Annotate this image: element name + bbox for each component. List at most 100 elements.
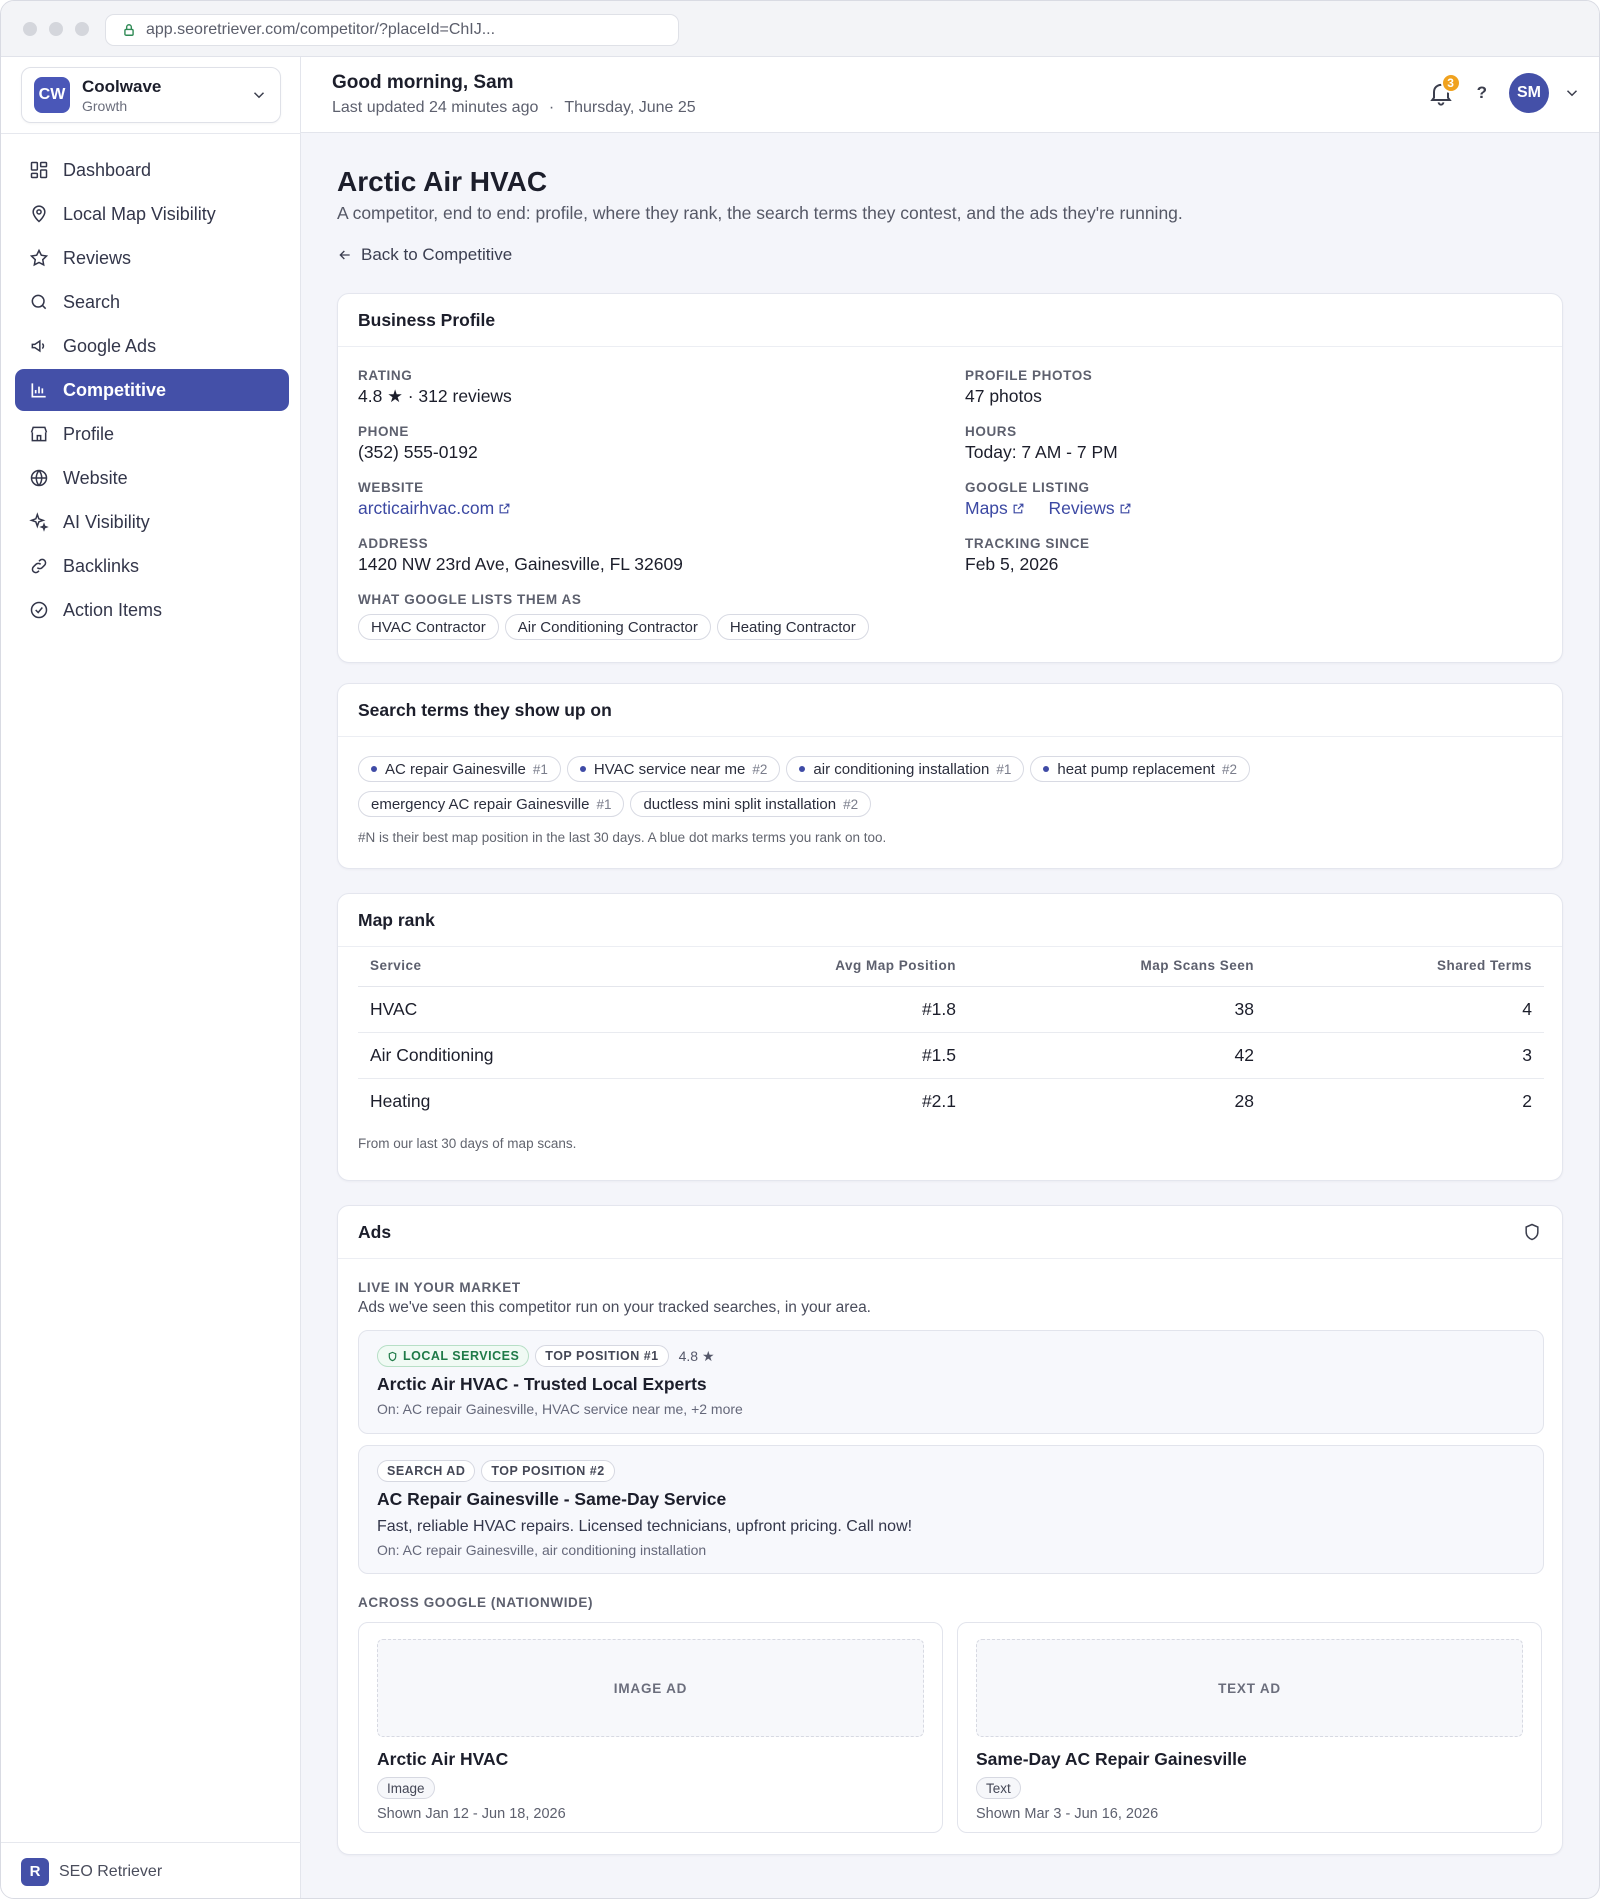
table-row: Air Conditioning #1.5 42 3	[358, 1032, 1544, 1079]
shared-terms-cell: 2	[1522, 1090, 1532, 1111]
map-pin-icon	[32, 205, 46, 223]
rating-field: Rating 4.8 ★ · 312 reviews	[358, 368, 512, 407]
google-listing-field: Google listing Maps Reviews	[965, 480, 1132, 519]
chevron-down-icon	[1566, 90, 1578, 97]
term-text: air conditioning installation	[813, 760, 990, 778]
website-link[interactable]: arcticairhvac.com	[358, 498, 511, 519]
top-bar-actions: 3 ? SM	[1427, 73, 1581, 113]
search-term-chip[interactable]: ductless mini split installation #2	[630, 791, 872, 817]
tracking-field: Tracking since Feb 5, 2026	[965, 536, 1090, 575]
brand-logo: R	[21, 1857, 49, 1886]
workspace-logo: CW	[34, 77, 70, 113]
sidebar-item-reviews[interactable]: Reviews	[15, 237, 289, 279]
minimize-window-dot[interactable]	[49, 22, 63, 36]
browser-bar: app.seoretriever.com/competitor/?placeId…	[1, 1, 1599, 57]
search-icon	[31, 294, 47, 310]
help-button[interactable]: ?	[1477, 83, 1487, 103]
field-label: Website	[358, 480, 424, 495]
greeting: Good morning, Sam	[332, 72, 514, 93]
map-rank-table: Service Avg Map Position Map Scans Seen …	[358, 946, 1544, 1124]
photos-value: 47 photos	[965, 386, 1042, 406]
external-link-icon	[499, 503, 510, 514]
ad-description: Fast, reliable HVAC repairs. Licensed te…	[377, 1518, 913, 1535]
card-title: Map rank	[358, 909, 435, 930]
lock-icon	[124, 24, 134, 36]
nationwide-ad-card[interactable]: TEXT AD Same-Day AC Repair Gainesville T…	[957, 1622, 1542, 1833]
dashboard-icon	[30, 161, 48, 179]
notification-badge: 3	[1440, 73, 1461, 93]
term-text: ductless mini split installation	[643, 795, 837, 813]
last-updated: Last updated 24 minutes ago · Thursday, …	[332, 99, 696, 117]
main-content: Arctic Air HVAC A competitor, end to end…	[301, 133, 1599, 1898]
term-text: HVAC service near me	[593, 760, 746, 778]
card-title: Search terms they show up on	[358, 699, 612, 720]
live-ad-card[interactable]: Local Services Top position #1 4.8 ★ Arc…	[358, 1330, 1544, 1434]
address-bar[interactable]: app.seoretriever.com/competitor/?placeId…	[105, 14, 679, 46]
ad-type-text: Local Services	[403, 1349, 520, 1363]
service-cell: HVAC	[358, 986, 798, 1033]
back-link[interactable]: Back to Competitive	[337, 245, 512, 265]
ad-position-badge: Top position #2	[481, 1460, 615, 1482]
workspace-switcher[interactable]: CW Coolwave Growth	[21, 67, 281, 123]
updated-date: Thursday, June 25	[564, 99, 696, 116]
notifications-button[interactable]: 3	[1427, 73, 1461, 107]
hours-field: Hours Today: 7 AM - 7 PM	[965, 424, 1118, 463]
term-rank: #1	[596, 796, 612, 812]
sidebar-item-profile[interactable]: Profile	[15, 413, 289, 455]
sidebar-item-label: AI Visibility	[63, 511, 150, 532]
website-field: Website arcticairhvac.com	[358, 480, 511, 519]
search-term-chip[interactable]: HVAC service near me #2	[566, 756, 781, 782]
sidebar-item-local-map-visibility[interactable]: Local Map Visibility	[15, 193, 289, 235]
sidebar-item-label: Action Items	[63, 599, 163, 620]
table-row: Heating #2.1 28 2	[358, 1078, 1544, 1124]
nationwide-ad-card[interactable]: IMAGE AD Arctic Air HVAC Image Shown Jan…	[358, 1622, 943, 1833]
sidebar-item-label: Website	[63, 467, 128, 488]
ad-position-badge: Top position #1	[535, 1345, 669, 1367]
sidebar-item-backlinks[interactable]: Backlinks	[15, 545, 289, 587]
shield-icon[interactable]	[1522, 1222, 1542, 1242]
shared-dot	[579, 766, 586, 772]
close-window-dot[interactable]	[23, 22, 37, 36]
term-rank: #2	[843, 796, 859, 812]
account-menu[interactable]: SM	[1509, 73, 1581, 113]
scans-cell: 28	[1234, 1090, 1254, 1111]
search-term-chip[interactable]: heat pump replacement #2	[1030, 756, 1251, 782]
sidebar-item-search[interactable]: Search	[15, 281, 289, 323]
maps-link[interactable]: Maps	[965, 498, 1025, 518]
sidebar-divider	[1, 133, 301, 134]
url-text: app.seoretriever.com/competitor/?placeId…	[146, 21, 496, 38]
search-term-chip[interactable]: air conditioning installation #1	[786, 756, 1025, 782]
column-header-avg-position: Avg Map Position	[798, 946, 968, 987]
reviews-link[interactable]: Reviews	[1049, 498, 1132, 518]
search-term-chip[interactable]: AC repair Gainesville #1	[358, 756, 561, 782]
live-ad-card[interactable]: Search Ad Top position #2 AC Repair Gain…	[358, 1445, 1544, 1574]
field-label: Profile photos	[965, 368, 1093, 383]
sparkles-icon	[29, 512, 49, 532]
app-window: app.seoretriever.com/competitor/?placeId…	[0, 0, 1600, 1899]
category-chip: Air Conditioning Contractor	[504, 614, 711, 640]
shared-dot	[799, 766, 806, 772]
term-text: heat pump replacement	[1057, 760, 1215, 778]
sidebar-item-website[interactable]: Website	[15, 457, 289, 499]
sidebar-item-google-ads[interactable]: Google Ads	[15, 325, 289, 367]
top-bar: Good morning, Sam Last updated 24 minute…	[301, 57, 1599, 133]
ad-title: Same-Day AC Repair Gainesville	[976, 1749, 1247, 1769]
address-field: Address 1420 NW 23rd Ave, Gainesville, F…	[358, 536, 683, 575]
sidebar-item-dashboard[interactable]: Dashboard	[15, 149, 289, 191]
scans-cell: 38	[968, 986, 1266, 1033]
search-term-chip[interactable]: emergency AC repair Gainesville #1	[358, 791, 625, 817]
category-chip: HVAC Contractor	[358, 614, 499, 640]
category-chip: Heating Contractor	[716, 614, 869, 640]
sidebar-item-ai-visibility[interactable]: AI Visibility	[15, 501, 289, 543]
external-link-icon	[1013, 503, 1024, 514]
maximize-window-dot[interactable]	[75, 22, 89, 36]
back-link-label: Back to Competitive	[361, 245, 513, 264]
photos-field: Profile photos 47 photos	[965, 368, 1092, 407]
workspace-plan: Growth	[82, 97, 128, 114]
sidebar-item-action-items[interactable]: Action Items	[15, 589, 289, 631]
maps-link-text: Maps	[965, 498, 1008, 518]
field-label: Phone	[358, 424, 410, 439]
chevron-down-icon	[253, 92, 265, 99]
sidebar-item-competitive[interactable]: Competitive	[15, 369, 289, 411]
link-icon	[31, 558, 47, 574]
